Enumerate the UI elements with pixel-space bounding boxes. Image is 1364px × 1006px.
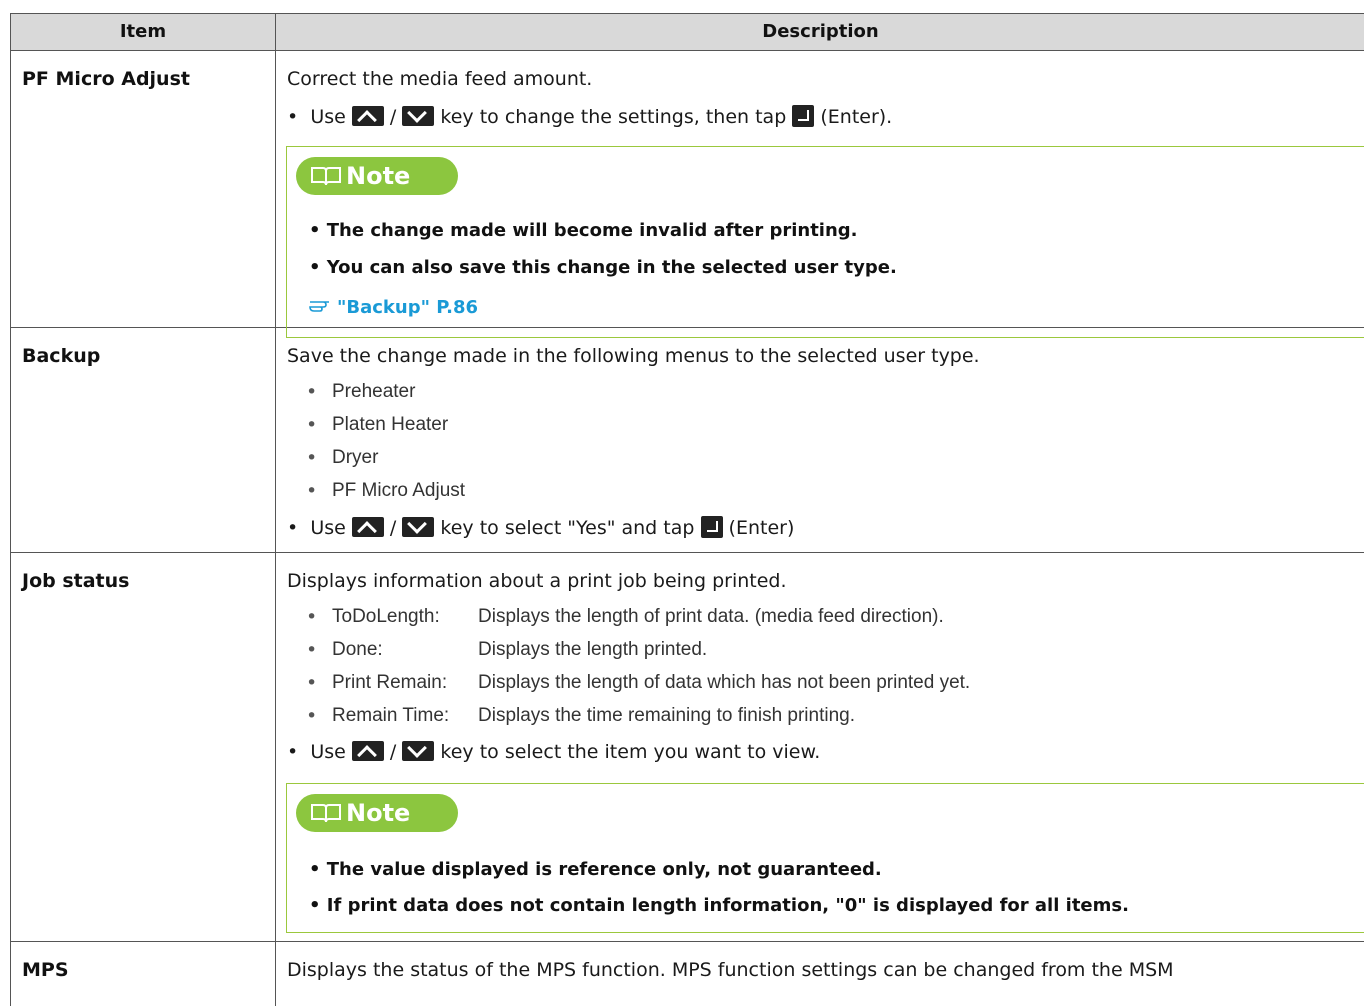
note-label: Note (346, 799, 411, 827)
list-item: Preheater (332, 381, 416, 402)
enter-key-icon (700, 516, 723, 538)
description-cell: Displays the status of the MPS function.… (276, 942, 1364, 1006)
column-header-description: Description (762, 21, 879, 42)
slash-text: / (389, 106, 397, 128)
table-row-backup: Backup Save the change made in the follo… (11, 328, 1364, 553)
description-text: Displays information about a print job b… (287, 570, 787, 592)
enter-key-icon (792, 105, 815, 127)
list-bullet: • (306, 447, 318, 469)
list-bullet: • (306, 381, 318, 403)
key-text: key to change the settings, then tap (440, 106, 787, 128)
enter-text: (Enter) (728, 517, 795, 539)
item-name: Backup (22, 345, 101, 367)
description-cell: Displays information about a print job b… (276, 553, 1364, 941)
description-cell: Correct the media feed amount. • Use / k… (276, 51, 1364, 338)
list-bullet: • (306, 414, 318, 436)
note-text: • The change made will become invalid af… (309, 220, 858, 241)
note-text: • If print data does not contain length … (309, 895, 1129, 916)
description-cell: Save the change made in the following me… (276, 328, 1364, 552)
note-text: • You can also save this change in the s… (309, 257, 897, 278)
column-header-item: Item (11, 14, 276, 50)
slash-text: / (389, 741, 397, 763)
down-key-icon (402, 741, 435, 761)
list-item-label: Done: (332, 639, 383, 660)
note-label: Note (346, 162, 411, 190)
list-bullet: • (306, 639, 318, 661)
list-bullet: • (306, 606, 318, 628)
backup-link[interactable]: "Backup" P.86 (337, 297, 478, 318)
list-item-label: Print Remain: (332, 672, 448, 693)
item-name: PF Micro Adjust (22, 68, 190, 90)
up-key-icon (351, 517, 384, 537)
note-text: • The value displayed is reference only,… (309, 859, 882, 880)
key-instruction: • Use / key to select "Yes" and tap (Ent… (287, 516, 794, 539)
down-key-icon (402, 106, 435, 126)
item-cell: MPS (11, 942, 276, 1006)
key-instruction: • Use / key to select the item you want … (287, 741, 820, 763)
bullet: • (287, 106, 299, 128)
up-key-icon (351, 741, 384, 761)
use-text: Use (310, 517, 346, 539)
use-text: Use (310, 741, 346, 763)
list-item-text: Displays the time remaining to finish pr… (478, 705, 856, 726)
key-text: key to select the item you want to view. (440, 741, 821, 763)
item-name: Job status (22, 570, 130, 592)
list-item: Dryer (332, 447, 379, 468)
table-row-mps: MPS Displays the status of the MPS funct… (11, 942, 1364, 1006)
note-badge: Note (296, 157, 458, 195)
description-text: Save the change made in the following me… (287, 345, 980, 367)
table-header: Item Description (11, 14, 1364, 51)
list-item-label: ToDoLength: (332, 606, 440, 627)
list-item: PF Micro Adjust (332, 480, 466, 501)
book-icon (311, 167, 341, 186)
book-icon (311, 804, 341, 823)
item-cell: Backup (11, 328, 276, 552)
note-badge: Note (296, 794, 458, 832)
list-bullet: • (306, 480, 318, 502)
table-row-job-status: Job status Displays information about a … (11, 553, 1364, 942)
list-item-text: Displays the length of print data. (medi… (478, 606, 944, 627)
item-cell: PF Micro Adjust (11, 51, 276, 327)
enter-text: (Enter). (820, 106, 893, 128)
bullet: • (287, 517, 299, 539)
note-box: Note • The change made will become inval… (286, 146, 1364, 338)
list-bullet: • (306, 705, 318, 727)
up-key-icon (351, 106, 384, 126)
list-item-text: Displays the length of data which has no… (478, 672, 971, 693)
note-box: Note • The value displayed is reference … (286, 783, 1364, 933)
key-instruction: • Use / key to change the settings, then… (287, 105, 892, 128)
use-text: Use (310, 106, 346, 128)
down-key-icon (402, 517, 435, 537)
key-text: key to select "Yes" and tap (440, 517, 695, 539)
pointing-hand-icon (309, 301, 329, 312)
description-text: Correct the media feed amount. (287, 68, 593, 90)
list-item-text: Displays the length printed. (478, 639, 708, 660)
list-item: Platen Heater (332, 414, 449, 435)
slash-text: / (389, 517, 397, 539)
list-item-label: Remain Time: (332, 705, 450, 726)
list-bullet: • (306, 672, 318, 694)
settings-table: Item Description PF Micro Adjust Correct… (10, 13, 1364, 1006)
item-name: MPS (22, 959, 69, 981)
item-cell: Job status (11, 553, 276, 941)
description-text: Displays the status of the MPS function.… (287, 959, 1174, 981)
bullet: • (287, 741, 299, 763)
table-row-pf-micro-adjust: PF Micro Adjust Correct the media feed a… (11, 51, 1364, 338)
